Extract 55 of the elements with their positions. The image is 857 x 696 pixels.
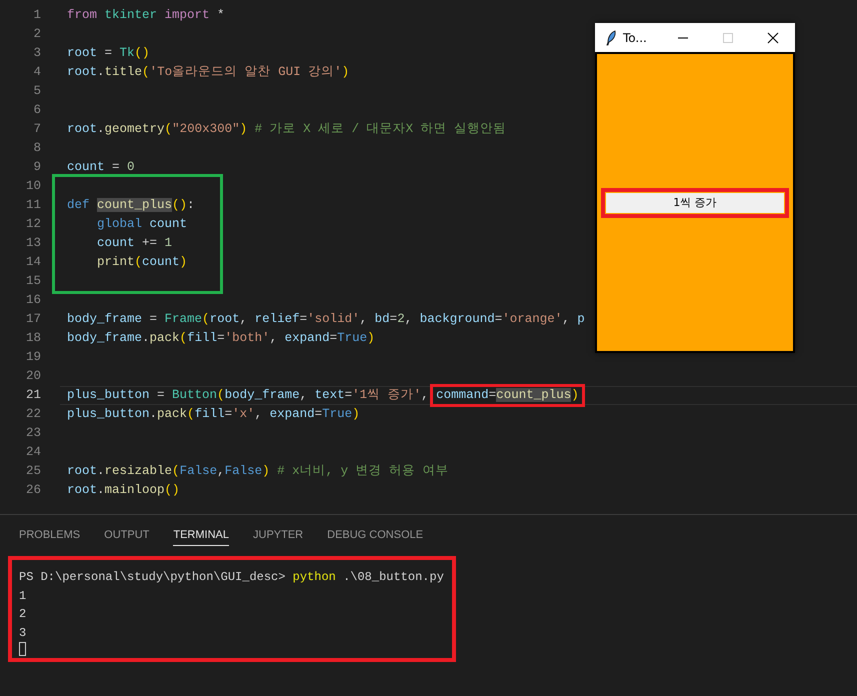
window-title: To... bbox=[623, 30, 648, 44]
line-number: 25 bbox=[24, 463, 42, 480]
line-number: 23 bbox=[24, 425, 42, 442]
code-line: count += 1 bbox=[96, 235, 172, 252]
code-line: global count bbox=[96, 216, 188, 233]
line-number: 7 bbox=[32, 121, 42, 138]
code-line: body_frame = Frame(root, relief='solid', bd=2, background='orange', p bbox=[67, 311, 585, 328]
line-number: 9 bbox=[32, 159, 42, 176]
line-number: 22 bbox=[24, 406, 42, 423]
code-line: root.resizable(False,False) # x너비, y 변경 허용 여부 bbox=[67, 463, 449, 480]
line-number: 24 bbox=[24, 444, 42, 461]
code-line: print(count) bbox=[96, 254, 188, 271]
increment-button[interactable]: 1씩 증가 bbox=[601, 188, 789, 218]
line-number: 19 bbox=[24, 349, 42, 366]
line-number: 1 bbox=[32, 7, 42, 24]
terminal-line: 2 bbox=[19, 606, 28, 623]
code-line: plus_button.pack(fill='x', expand=True) bbox=[67, 406, 360, 423]
line-number: 8 bbox=[32, 140, 42, 157]
code-line: def count_plus(): bbox=[67, 197, 195, 214]
annotation-frame: command=count_plus) bbox=[430, 384, 585, 407]
line-number: 18 bbox=[24, 330, 42, 347]
line-number: 21 bbox=[24, 387, 42, 404]
terminal-line: 3 bbox=[19, 624, 28, 642]
panel-tab[interactable]: OUTPUT bbox=[104, 525, 150, 546]
code-line: root.geometry("200x300") # 가로 X 세로 / 대문자X 하면 실행안됨 bbox=[67, 121, 506, 138]
panel-tab[interactable]: DEBUG CONSOLE bbox=[327, 525, 424, 546]
code-line: root.mainloop() bbox=[67, 482, 180, 499]
line-number: 11 bbox=[24, 197, 42, 214]
line-number: 3 bbox=[32, 45, 42, 62]
feather-icon bbox=[605, 30, 617, 46]
line-number: 12 bbox=[24, 216, 42, 233]
line-number: 10 bbox=[24, 178, 42, 195]
line-number: 2 bbox=[32, 26, 42, 43]
line-number: 4 bbox=[32, 64, 42, 81]
code-line: count = 0 bbox=[67, 159, 135, 176]
line-number: 20 bbox=[24, 368, 42, 385]
terminal-line: PS D:\personal\study\python\GUI_desc> python .\08_button.py bbox=[19, 569, 445, 586]
terminal-line: 1 bbox=[19, 588, 28, 604]
line-number: 15 bbox=[24, 273, 42, 290]
line-number: 26 bbox=[24, 482, 42, 499]
line-number: 5 bbox=[32, 83, 42, 100]
line-number: 14 bbox=[24, 254, 42, 271]
code-line: plus_button = Button(body_frame, text='1씩 증가', bbox=[67, 387, 430, 404]
close-icon[interactable] bbox=[766, 32, 778, 44]
code-line: root.title('To올라운드의 알찬 GUI 강의') bbox=[67, 64, 350, 81]
line-number: 16 bbox=[24, 292, 42, 309]
code-line: body_frame.pack(fill='both', expand=True) bbox=[67, 330, 375, 347]
code-line: root = Tk() bbox=[67, 45, 150, 62]
panel-tab[interactable]: PROBLEMS bbox=[19, 525, 80, 546]
line-number: 17 bbox=[24, 311, 42, 328]
line-number: 13 bbox=[24, 235, 42, 252]
panel-tab[interactable]: TERMINAL bbox=[173, 525, 229, 546]
panel-tab[interactable]: JUPYTER bbox=[253, 525, 304, 546]
line-number: 6 bbox=[32, 102, 42, 119]
code-line: from tkinter import * bbox=[67, 7, 225, 24]
